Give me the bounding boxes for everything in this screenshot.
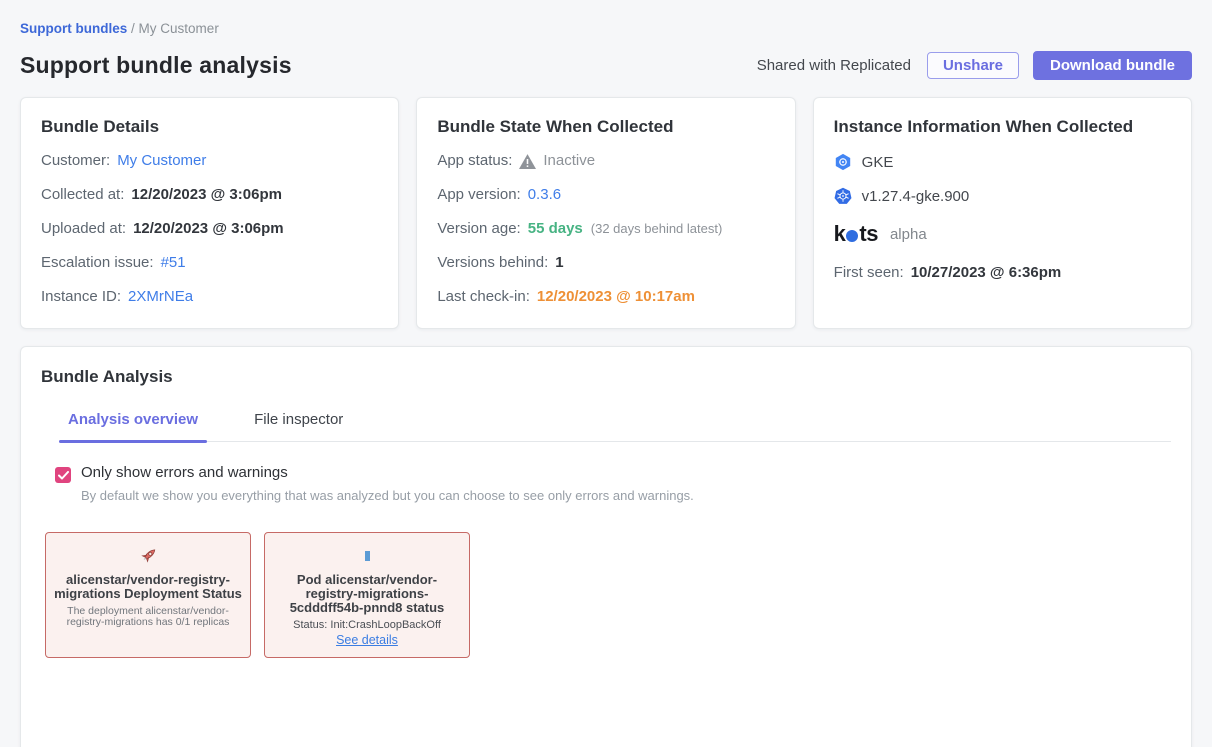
distribution-row: GKE [834,153,1171,171]
last-checkin-label: Last check-in: [437,287,530,307]
app-version-label: App version: [437,185,520,205]
instance-id-label: Instance ID: [41,287,121,307]
warning-triangle-icon [519,154,536,169]
breadcrumb-support-bundles-link[interactable]: Support bundles [20,21,127,36]
page-header: Support bundle analysis Shared with Repl… [20,51,1192,80]
versions-behind-value: 1 [555,253,563,273]
support-bundle-page: Support bundles / My Customer Support bu… [0,21,1212,747]
first-seen-label: First seen: [834,263,904,283]
app-status-value: Inactive [543,151,595,171]
download-bundle-button[interactable]: Download bundle [1033,51,1192,80]
error-card-description: The deployment alicenstar/vendor-registr… [54,606,242,628]
distribution-value: GKE [862,154,894,171]
bundle-details-title: Bundle Details [41,117,378,137]
errors-warnings-checkbox[interactable] [55,467,71,483]
last-checkin-value: 12/20/2023 @ 10:17am [537,287,695,307]
customer-row: Customer: My Customer [41,151,378,171]
escalation-issue-label: Escalation issue: [41,253,154,273]
bundle-analysis-title: Bundle Analysis [41,367,1171,387]
instance-info-card: Instance Information When Collected [813,97,1192,329]
bundle-analysis-card: Bundle Analysis Analysis overview File i… [20,346,1192,747]
customer-link[interactable]: My Customer [117,151,206,171]
version-age-note: (32 days behind latest) [591,219,723,239]
escalation-issue-link[interactable]: #51 [161,253,186,273]
kots-logo: kts [834,221,878,247]
app-status-label: App status: [437,151,512,171]
error-card-title: alicenstar/vendor-registry-migrations De… [54,573,242,601]
instance-id-link[interactable]: 2XMrNEa [128,287,193,307]
versions-behind-label: Versions behind: [437,253,548,273]
uploaded-at-row: Uploaded at: 12/20/2023 @ 3:06pm [41,219,378,239]
tab-analysis-overview[interactable]: Analysis overview [59,411,207,441]
first-seen-row: First seen: 10/27/2023 @ 6:36pm [834,263,1171,283]
check-icon [58,471,69,480]
last-checkin-row: Last check-in: 12/20/2023 @ 10:17am [437,287,774,307]
filter-description: By default we show you everything that w… [81,488,694,503]
collected-at-label: Collected at: [41,185,124,205]
uploaded-at-value: 12/20/2023 @ 3:06pm [133,219,284,239]
breadcrumb: Support bundles / My Customer [20,21,1192,36]
gke-icon [834,153,852,171]
error-card-status: Status: Init:CrashLoopBackOff [273,619,461,631]
analysis-tabs: Analysis overview File inspector [59,411,1171,442]
unshare-button[interactable]: Unshare [927,52,1019,79]
rocket-icon [54,543,242,569]
first-seen-value: 10/27/2023 @ 6:36pm [911,263,1062,283]
bundle-details-card: Bundle Details Customer: My Customer Col… [20,97,399,329]
k8s-version-row: v1.27.4-gke.900 [834,187,1171,205]
customer-label: Customer: [41,151,110,171]
version-age-value: 55 days [528,219,583,239]
bundle-state-title: Bundle State When Collected [437,117,774,137]
bundle-state-card: Bundle State When Collected App status: … [416,97,795,329]
filter-label: Only show errors and warnings [81,464,694,481]
kots-channel: alpha [890,226,927,243]
filter-text: Only show errors and warnings By default… [81,464,694,503]
escalation-issue-row: Escalation issue: #51 [41,253,378,273]
instance-info-title: Instance Information When Collected [834,117,1171,137]
instance-id-row: Instance ID: 2XMrNEa [41,287,378,307]
uploaded-at-label: Uploaded at: [41,219,126,239]
version-age-row: Version age: 55 days (32 days behind lat… [437,219,774,239]
breadcrumb-separator: / [131,21,135,36]
collected-at-value: 12/20/2023 @ 3:06pm [131,185,282,205]
app-status-row: App status: Inactive [437,151,774,171]
tab-file-inspector[interactable]: File inspector [245,411,352,441]
version-age-label: Version age: [437,219,520,239]
shared-status-text: Shared with Replicated [757,57,911,74]
see-details-link[interactable]: See details [336,633,398,647]
header-actions: Shared with Replicated Unshare Download … [757,51,1192,80]
error-card-title: Pod alicenstar/vendor-registry-migration… [273,573,461,615]
collected-at-row: Collected at: 12/20/2023 @ 3:06pm [41,185,378,205]
analysis-results: alicenstar/vendor-registry-migrations De… [45,532,1171,658]
breadcrumb-current: My Customer [139,21,219,36]
kots-row: kts alpha [834,221,1171,247]
versions-behind-row: Versions behind: 1 [437,253,774,273]
app-version-row: App version: 0.3.6 [437,185,774,205]
deployment-status-error-card[interactable]: alicenstar/vendor-registry-migrations De… [45,532,251,658]
app-version-link[interactable]: 0.3.6 [528,185,561,205]
pod-status-error-card[interactable]: Pod alicenstar/vendor-registry-migration… [264,532,470,658]
k8s-version-value: v1.27.4-gke.900 [862,188,970,205]
page-title: Support bundle analysis [20,52,292,79]
info-cards-row: Bundle Details Customer: My Customer Col… [20,97,1192,329]
kubernetes-icon [834,187,852,205]
pod-icon [273,543,461,569]
kots-logo-dot [846,230,858,242]
errors-warnings-filter: Only show errors and warnings By default… [55,464,1171,503]
